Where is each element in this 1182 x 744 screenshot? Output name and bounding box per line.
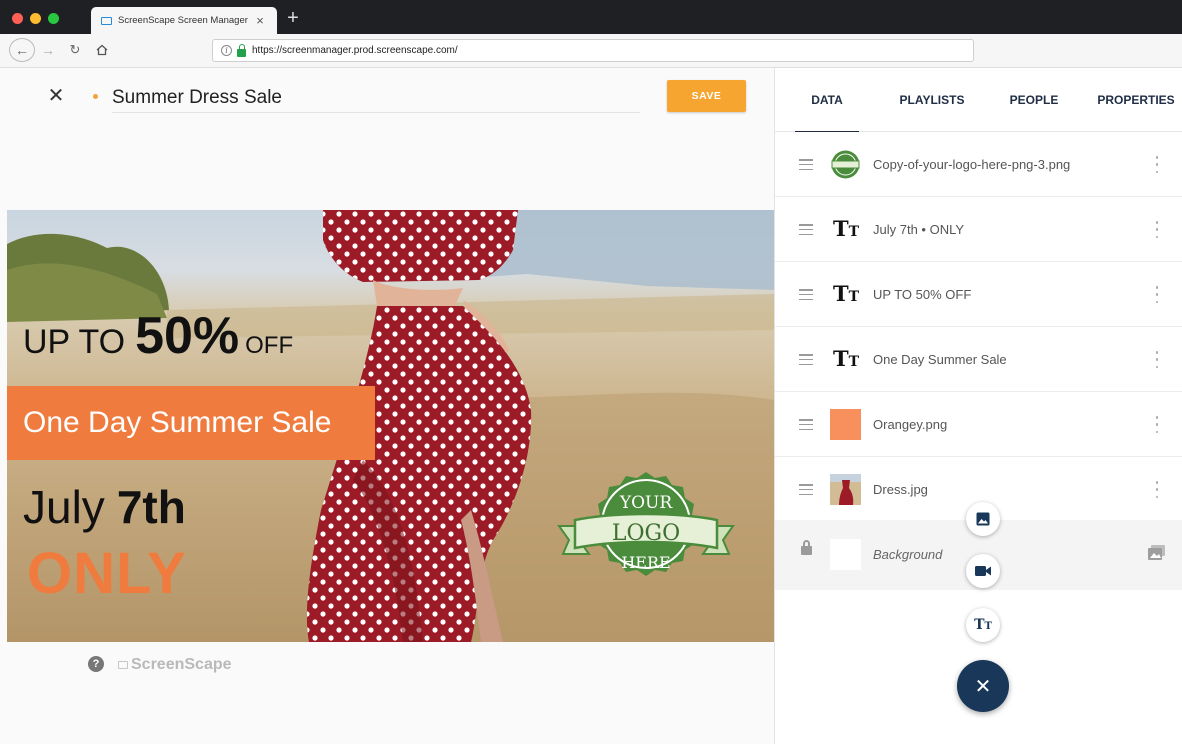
layer-row[interactable]: Orangey.png (775, 392, 1182, 457)
lock-icon (801, 540, 812, 555)
home-button[interactable] (93, 38, 111, 62)
promo-only-text: ONLY (27, 541, 187, 606)
promo-day-text: 7th (116, 481, 186, 533)
text-type-icon: TT (833, 216, 860, 241)
logo-line1-text: YOUR (619, 493, 673, 513)
reload-button[interactable]: ↻ (66, 38, 84, 62)
layer-row[interactable]: TT One Day Summer Sale (775, 327, 1182, 392)
more-vert-icon[interactable] (1153, 351, 1161, 368)
promo-up-to-text: UP TO (23, 323, 126, 361)
layer-row[interactable]: Copy-of-your-logo-here-png-3.png (775, 132, 1182, 197)
promo-band: One Day Summer Sale (7, 386, 375, 460)
window-close-button[interactable] (12, 13, 23, 24)
help-icon[interactable]: ? (88, 656, 104, 672)
background-image-icon[interactable] (1148, 545, 1165, 560)
tab-playlists[interactable]: PLAYLISTS (887, 68, 977, 132)
url-text[interactable]: https://screenmanager.prod.screenscape.c… (252, 45, 458, 56)
text-type-icon: TT (974, 617, 992, 633)
layer-row[interactable]: TT UP TO 50% OFF (775, 262, 1182, 327)
drag-handle-icon[interactable] (799, 289, 813, 300)
promo-date: July 7th (23, 480, 186, 534)
close-editor-icon[interactable]: ✕ (44, 84, 68, 108)
drag-handle-icon[interactable] (799, 354, 813, 365)
screen-favicon-icon (101, 16, 112, 25)
text-type-icon: TT (833, 346, 860, 371)
presentation-title-input[interactable] (112, 83, 640, 113)
image-icon (976, 512, 990, 526)
more-vert-icon[interactable] (1153, 221, 1161, 238)
logo-line3-text: HERE (621, 553, 670, 572)
window-zoom-button[interactable] (48, 13, 59, 24)
site-info-icon[interactable]: i (221, 45, 232, 56)
background-label: Background (873, 547, 943, 562)
promo-headline: UP TO 50% OFF (23, 306, 293, 366)
drag-handle-icon[interactable] (799, 484, 813, 495)
orange-swatch-thumbnail (830, 409, 861, 440)
drag-handle-icon[interactable] (799, 419, 813, 430)
logo-seal-badge: YOUR LOGO HERE (557, 472, 735, 576)
text-type-icon: TT (833, 281, 860, 306)
drag-handle-icon[interactable] (799, 159, 813, 170)
add-text-button[interactable]: TT (966, 608, 1000, 642)
browser-tab-title: ScreenScape Screen Manager (118, 15, 248, 26)
layer-name: Copy-of-your-logo-here-png-3.png (873, 157, 1071, 172)
browser-tab[interactable]: ScreenScape Screen Manager × (91, 7, 277, 34)
promo-band-text: One Day Summer Sale (23, 406, 332, 439)
promo-off-text: OFF (245, 332, 294, 359)
browser-navbar: ← → ↻ i https://screenmanager.prod.scree… (0, 34, 1182, 68)
browser-titlebar: ScreenScape Screen Manager × + (0, 0, 1182, 34)
more-vert-icon[interactable] (1153, 156, 1161, 173)
screenscape-footer-logo: ScreenScape (118, 656, 232, 674)
editor-area: ✕ SAVE (0, 68, 774, 744)
more-vert-icon[interactable] (1153, 286, 1161, 303)
window-minimize-button[interactable] (30, 13, 41, 24)
drag-handle-icon[interactable] (799, 224, 813, 235)
layer-name: One Day Summer Sale (873, 352, 1007, 367)
more-vert-icon[interactable] (1153, 481, 1161, 498)
screen-logo-icon (118, 661, 128, 669)
layer-row[interactable]: TT July 7th • ONLY (775, 197, 1182, 262)
video-icon (975, 566, 991, 576)
slide-canvas[interactable]: UP TO 50% OFF One Day Summer Sale July 7… (7, 210, 774, 642)
add-video-button[interactable] (966, 554, 1000, 588)
tab-close-icon[interactable]: × (253, 13, 267, 28)
layer-name: Dress.jpg (873, 482, 928, 497)
promo-percent-text: 50% (135, 307, 240, 365)
close-icon: ✕ (974, 675, 992, 698)
layer-name: July 7th • ONLY (873, 222, 965, 237)
forward-button[interactable]: → (40, 38, 56, 62)
panel-tabs: DATA PLAYLISTS PEOPLE PROPERTIES (775, 68, 1182, 133)
add-image-button[interactable] (966, 502, 1000, 536)
background-thumbnail (830, 539, 861, 570)
new-tab-button[interactable]: + (283, 7, 303, 29)
tab-properties[interactable]: PROPERTIES (1095, 68, 1177, 132)
back-button[interactable]: ← (9, 38, 35, 62)
dress-thumbnail (830, 474, 861, 505)
close-fab-button[interactable]: ✕ (957, 660, 1009, 712)
footer-brand-text: ScreenScape (131, 656, 232, 673)
layer-name: UP TO 50% OFF (873, 287, 972, 302)
tab-data[interactable]: DATA (795, 68, 859, 133)
unsaved-indicator (93, 94, 98, 99)
promo-month-text: July (23, 481, 105, 533)
window-controls (12, 13, 59, 24)
secure-lock-icon (237, 43, 246, 57)
more-vert-icon[interactable] (1153, 416, 1161, 433)
address-bar[interactable]: i https://screenmanager.prod.screenscape… (212, 39, 974, 62)
layer-name: Orangey.png (873, 417, 948, 432)
home-icon (96, 44, 108, 56)
save-button[interactable]: SAVE (667, 80, 746, 112)
logo-thumbnail (831, 150, 860, 179)
logo-line2-text: LOGO (612, 521, 680, 546)
tab-people[interactable]: PEOPLE (1001, 68, 1067, 132)
properties-panel: DATA PLAYLISTS PEOPLE PROPERTIES Copy-of… (774, 68, 1182, 744)
